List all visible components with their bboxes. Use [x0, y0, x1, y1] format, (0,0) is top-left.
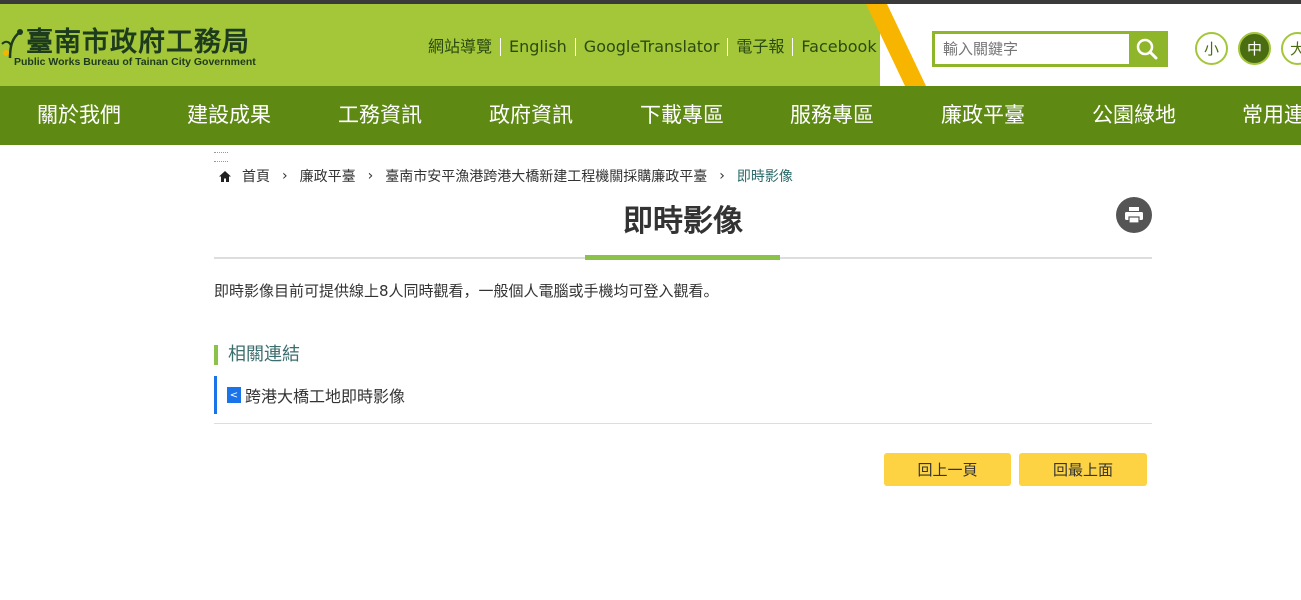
main-nav: 關於我們 建設成果 工務資訊 政府資訊 下載專區 服務專區 廉政平臺 公園綠地 …: [0, 86, 1301, 145]
related-link-label: 跨港大橋工地即時影像: [245, 387, 406, 406]
link-english[interactable]: English: [500, 38, 575, 56]
link-google-translator[interactable]: GoogleTranslator: [574, 38, 728, 56]
nav-item-downloads[interactable]: 下載專區: [640, 86, 724, 145]
logo-mark-icon: [1, 29, 23, 59]
site-subtitle: Public Works Bureau of Tainan City Gover…: [14, 56, 256, 68]
font-size-small[interactable]: 小: [1195, 32, 1228, 65]
top-links: 網站導覽 English GoogleTranslator 電子報 Facebo…: [420, 38, 885, 56]
back-to-top-button[interactable]: 回最上面: [1019, 453, 1147, 486]
link-newsletter[interactable]: 電子報: [727, 38, 792, 56]
nav-item-parks[interactable]: 公園綠地: [1092, 86, 1176, 145]
site-title: 臺南市政府工務局: [26, 27, 250, 58]
breadcrumb-separator-icon: ›: [367, 168, 374, 184]
nav-item-integrity[interactable]: 廉政平臺: [941, 86, 1025, 145]
back-button[interactable]: 回上一頁: [884, 453, 1011, 486]
breadcrumb: 首頁 › 廉政平臺 › 臺南市安平漁港跨港大橋新建工程機關採購廉政平臺 › 即時…: [218, 166, 793, 186]
nav-item-services[interactable]: 服務專區: [790, 86, 874, 145]
nav-item-common-links[interactable]: 常用連: [1242, 86, 1301, 145]
page-title: 即時影像: [623, 204, 743, 239]
accesskey-marker[interactable]: [214, 152, 228, 162]
site-header: 臺南市政府工務局 Public Works Bureau of Tainan C…: [0, 4, 1301, 86]
breadcrumb-current: 即時影像: [736, 169, 793, 185]
related-links-heading: 相關連結: [214, 345, 300, 365]
nav-item-gov-info[interactable]: 政府資訊: [489, 86, 573, 145]
link-facebook[interactable]: Facebook: [792, 38, 884, 56]
related-link-item[interactable]: < 跨港大橋工地即時影像: [214, 376, 405, 414]
nav-item-achievements[interactable]: 建設成果: [187, 86, 271, 145]
nav-item-about[interactable]: 關於我們: [37, 86, 121, 145]
external-link-icon: <: [227, 387, 241, 403]
nav-item-works-info[interactable]: 工務資訊: [338, 86, 422, 145]
content-divider: [214, 423, 1152, 424]
font-size-switcher: 小 中 大: [1195, 32, 1301, 65]
font-size-medium[interactable]: 中: [1238, 32, 1271, 65]
search-box: [932, 31, 1168, 67]
home-icon: [219, 170, 231, 182]
font-size-large[interactable]: 大: [1281, 32, 1301, 65]
search-icon: [1136, 38, 1158, 60]
breadcrumb-home[interactable]: 首頁: [242, 166, 270, 186]
breadcrumb-integrity[interactable]: 廉政平臺: [300, 166, 356, 186]
print-button[interactable]: [1116, 197, 1152, 233]
printer-icon: [1125, 207, 1143, 224]
breadcrumb-separator-icon: ›: [719, 168, 725, 184]
intro-text: 即時影像目前可提供線上8人同時觀看，一般個人電腦或手機均可登入觀看。: [214, 282, 719, 300]
title-accent-bar: [585, 255, 780, 260]
search-input[interactable]: [935, 34, 1129, 64]
search-button[interactable]: [1129, 34, 1165, 64]
link-sitemap[interactable]: 網站導覽: [420, 38, 500, 56]
breadcrumb-project[interactable]: 臺南市安平漁港跨港大橋新建工程機關採購廉政平臺: [385, 166, 707, 186]
breadcrumb-separator-icon: ›: [282, 168, 288, 184]
